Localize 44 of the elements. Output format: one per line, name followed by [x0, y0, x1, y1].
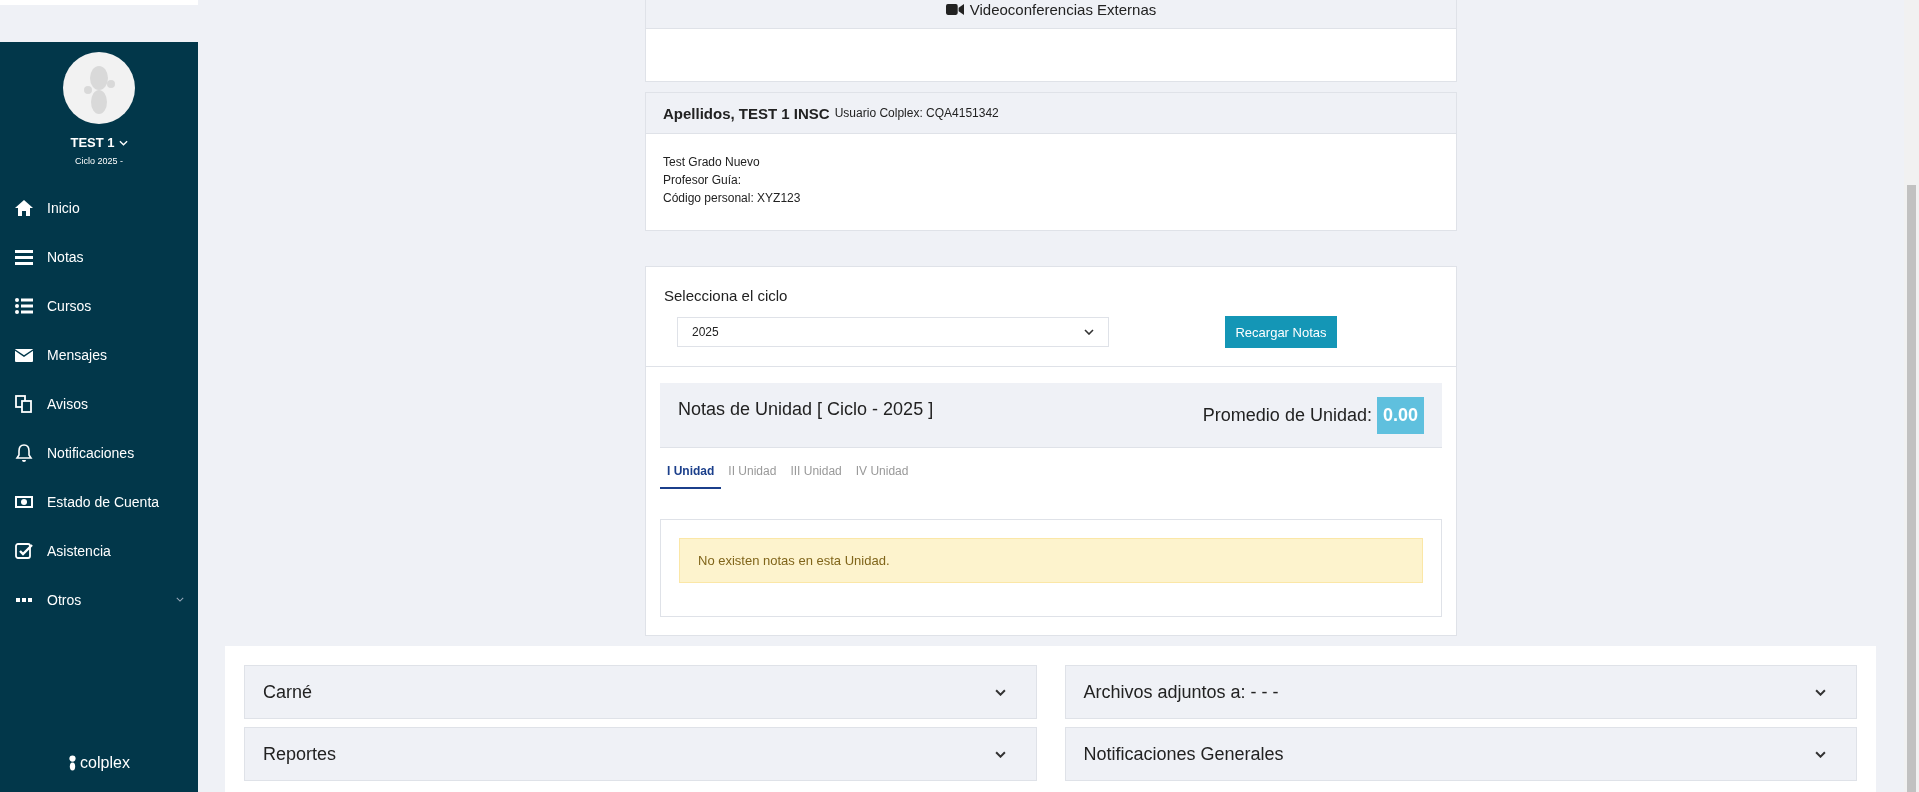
sidebar-item[interactable]: Cursos [0, 281, 198, 330]
logo-mark-icon [68, 755, 78, 771]
sidebar-item[interactable]: Mensajes [0, 330, 198, 379]
user-name-menu[interactable]: TEST 1 [70, 135, 128, 150]
panel-title: Videoconferencias Externas [969, 1, 1157, 18]
documents-icon [14, 393, 34, 414]
empty-alert: No existen notas en esta Unidad. [679, 538, 1423, 583]
chevron-down-icon [994, 750, 1006, 758]
chevron-down-icon [118, 139, 128, 146]
accordion-header[interactable]: Notificaciones Generales [1064, 727, 1857, 781]
video-camera-icon [945, 3, 964, 16]
accordion-header[interactable]: Carné [244, 665, 1037, 719]
checkbox-icon [14, 540, 34, 561]
bell-icon [14, 442, 34, 463]
accordion-header[interactable]: Archivos adjuntos a: - - - [1064, 665, 1857, 719]
sidebar-item[interactable]: Asistencia [0, 526, 198, 575]
chevron-down-icon [176, 597, 184, 602]
list-icon [14, 295, 34, 316]
chevron-down-icon [1084, 329, 1094, 335]
average-value: 0.00 [1376, 396, 1424, 434]
chevron-down-icon [1815, 688, 1826, 696]
field-label: Selecciona el ciclo [664, 287, 789, 304]
sidebar-item[interactable]: Avisos [0, 379, 198, 428]
sidebar-item[interactable]: Inicio [0, 183, 198, 232]
sidebar-item[interactable]: Estado de Cuenta [0, 477, 198, 526]
sidebar-item[interactable]: Notificaciones [0, 428, 198, 477]
chevron-down-icon [994, 688, 1006, 696]
accordion-header[interactable]: Reportes [244, 727, 1037, 781]
grades-title: Notas de Unidad [ Ciclo - 2025 ] [678, 398, 935, 420]
user-id: Usuario Colplex: CQA4151342 [834, 106, 999, 120]
sidebar-item[interactable]: Otros [0, 575, 198, 624]
cycle-dropdown[interactable]: 2025 [677, 317, 1109, 347]
logo-text: colplex [80, 754, 130, 772]
student-detail: Test Grado Nuevo [663, 154, 761, 171]
chevron-down-icon [1815, 750, 1826, 758]
sidebar-item[interactable]: Notas [0, 232, 198, 281]
dots-icon [16, 597, 32, 602]
average-label: Promedio de Unidad: [1202, 404, 1372, 426]
student-detail: Profesor Guía: [663, 172, 743, 189]
student-detail: Código personal: XYZ123 [663, 190, 802, 207]
cycle-label: Ciclo 2025 - [75, 156, 123, 166]
student-name: Apellidos, TEST 1 INSC [663, 104, 830, 122]
home-icon [14, 197, 34, 218]
unit-tab[interactable]: I Unidad [660, 454, 722, 489]
